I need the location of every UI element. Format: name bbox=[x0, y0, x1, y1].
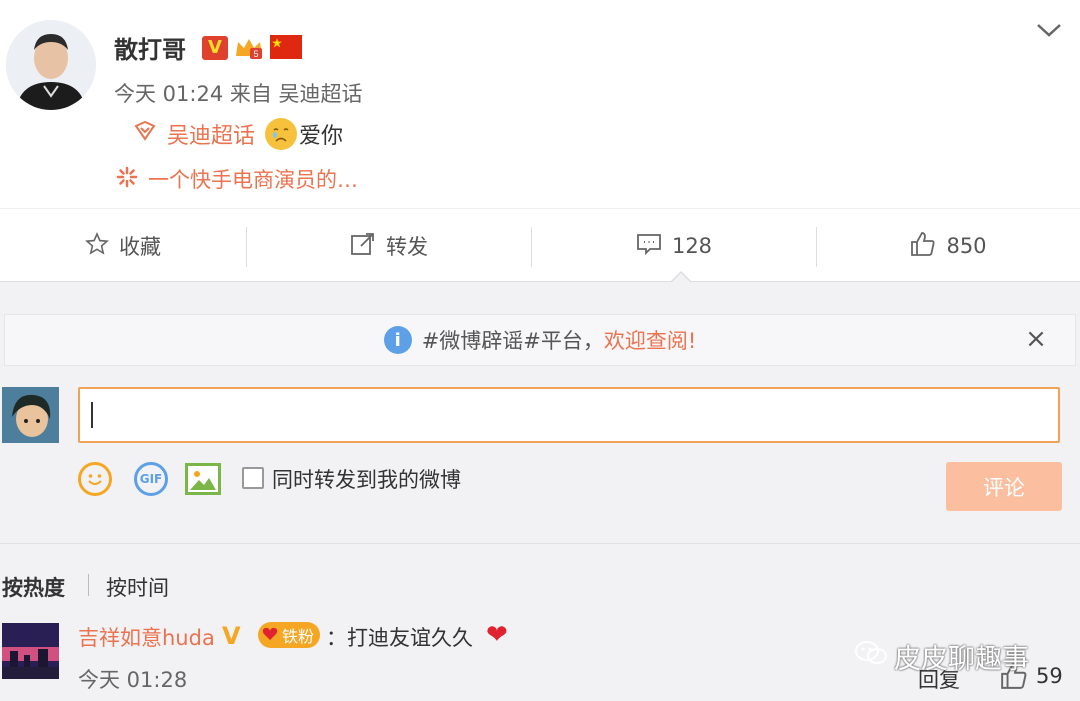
comment-input[interactable] bbox=[78, 387, 1060, 443]
my-avatar bbox=[2, 387, 59, 443]
watermark: 皮皮聊趣事 bbox=[854, 637, 1029, 676]
wechat-icon bbox=[854, 639, 888, 674]
author-avatar[interactable] bbox=[6, 20, 96, 110]
image-icon[interactable] bbox=[185, 463, 221, 495]
comment-icon bbox=[636, 232, 662, 261]
post-time-source: 今天 01:24 来自 吴迪超话 bbox=[114, 82, 363, 106]
post-tail[interactable]: 一个快手电商演员的… bbox=[116, 164, 358, 194]
love-emoji-text: 爱你 bbox=[265, 118, 343, 150]
chevron-down-icon[interactable] bbox=[1034, 18, 1064, 42]
post-tail-text: 一个快手电商演员的… bbox=[148, 168, 358, 192]
smile-icon[interactable] bbox=[78, 462, 112, 496]
gif-icon[interactable]: GIF bbox=[134, 462, 168, 496]
divider bbox=[0, 543, 1080, 544]
text-cursor bbox=[91, 402, 93, 428]
supertopic-link[interactable]: 吴迪超话 bbox=[167, 118, 255, 150]
china-flag-icon bbox=[270, 35, 302, 59]
post-content: 吴迪超话 爱你 bbox=[133, 118, 343, 150]
fan-badge: 铁粉 bbox=[258, 622, 321, 648]
star-icon bbox=[85, 231, 109, 261]
notice-text[interactable]: #微博辟谣#平台，欢迎查阅! bbox=[422, 325, 697, 355]
crown-badge-icon: 5 bbox=[234, 36, 264, 60]
comment-text: ：打迪友谊久久 bbox=[326, 626, 473, 650]
commenter-name[interactable]: 吉祥如意huda bbox=[78, 622, 215, 652]
commenter-verified-icon: V bbox=[222, 622, 241, 650]
thumbs-up-icon bbox=[910, 231, 936, 262]
favorite-button[interactable]: 收藏 bbox=[0, 209, 246, 283]
repost-button[interactable]: 转发 bbox=[247, 209, 531, 283]
info-icon: i bbox=[383, 326, 412, 354]
action-bar: 收藏 转发 128 850 bbox=[0, 208, 1080, 282]
submit-comment-button[interactable]: 评论 bbox=[946, 462, 1062, 511]
commenter-avatar[interactable] bbox=[2, 623, 59, 679]
rumor-notice-bar: i #微博辟谣#平台，欢迎查阅! bbox=[4, 314, 1076, 366]
sort-separator bbox=[88, 574, 89, 596]
repost-checkbox[interactable] bbox=[242, 467, 264, 489]
comment-time: 今天 01:28 bbox=[78, 668, 188, 692]
heart-icon: ❤ bbox=[486, 620, 508, 650]
comment-like-count: 59 bbox=[1036, 664, 1063, 688]
supertopic-icon bbox=[133, 120, 157, 147]
svg-text:5: 5 bbox=[253, 49, 258, 59]
sort-by-time-tab[interactable]: 按时间 bbox=[106, 572, 169, 602]
cry-emoji-icon bbox=[265, 118, 298, 150]
spark-icon bbox=[116, 166, 138, 193]
comment-caret-inner bbox=[672, 273, 690, 282]
author-name[interactable]: 散打哥 bbox=[114, 30, 186, 65]
repost-checkbox-label[interactable]: 同时转发到我的微博 bbox=[272, 464, 461, 494]
sort-by-hot-tab[interactable]: 按热度 bbox=[2, 572, 65, 602]
like-button[interactable]: 850 bbox=[817, 209, 1080, 283]
repost-icon bbox=[350, 232, 376, 261]
close-icon[interactable]: × bbox=[1024, 324, 1048, 354]
heart-badge-icon bbox=[262, 626, 278, 645]
verified-icon: V bbox=[202, 36, 228, 60]
